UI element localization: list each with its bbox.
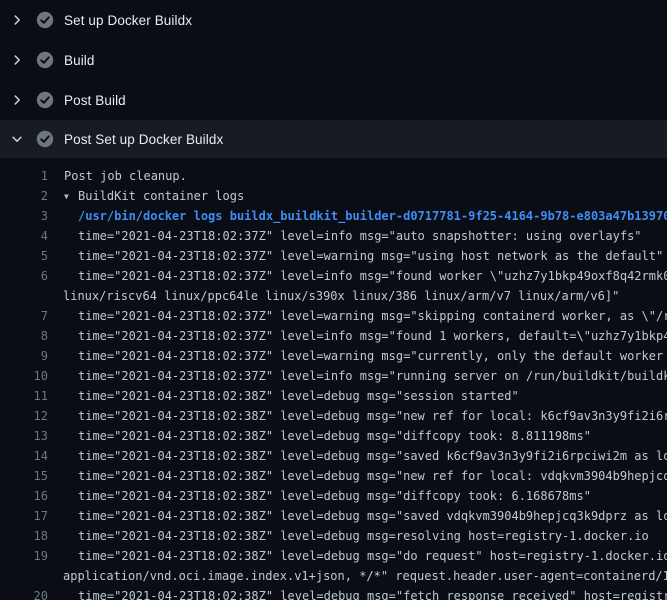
check-circle-icon — [36, 130, 54, 148]
log-line: 1 Post job cleanup. — [0, 166, 667, 186]
log-line: 16 time="2021-04-23T18:02:38Z" level=deb… — [0, 486, 667, 506]
log-line-text: time="2021-04-23T18:02:37Z" level=info m… — [48, 226, 642, 246]
log-line-number[interactable]: 15 — [0, 466, 48, 486]
log-line: 3 /usr/bin/docker logs buildx_buildkit_b… — [0, 206, 667, 226]
log-line-text: time="2021-04-23T18:02:38Z" level=debug … — [48, 466, 667, 486]
log-line-text: application/vnd.oci.image.index.v1+json,… — [48, 566, 667, 586]
log-line-text: time="2021-04-23T18:02:38Z" level=debug … — [48, 506, 667, 526]
step-header-set-up-docker-buildx[interactable]: Set up Docker Buildx — [0, 0, 667, 40]
step-label: Build — [64, 53, 95, 68]
log-line-text: ▼BuildKit container logs — [48, 186, 244, 206]
log-line-number[interactable]: 5 — [0, 246, 48, 266]
log-line-text: Post job cleanup. — [48, 166, 187, 186]
log-line: 2 ▼BuildKit container logs — [0, 186, 667, 206]
log-line: 13 time="2021-04-23T18:02:38Z" level=deb… — [0, 426, 667, 446]
group-expanded-icon[interactable]: ▼ — [64, 187, 78, 207]
workflow-log-viewer: Set up Docker Buildx Build — [0, 0, 667, 600]
log-line-text: time="2021-04-23T18:02:37Z" level=warnin… — [48, 346, 667, 366]
log-line: 11 time="2021-04-23T18:02:38Z" level=deb… — [0, 386, 667, 406]
log-line-number[interactable]: 18 — [0, 526, 48, 546]
log-line: 15 time="2021-04-23T18:02:38Z" level=deb… — [0, 466, 667, 486]
log-line: 12 time="2021-04-23T18:02:38Z" level=deb… — [0, 406, 667, 426]
log-line-text: time="2021-04-23T18:02:38Z" level=debug … — [48, 546, 667, 566]
log-line: 19 time="2021-04-23T18:02:38Z" level=deb… — [0, 546, 667, 566]
log-line-number[interactable]: 13 — [0, 426, 48, 446]
log-line-text: time="2021-04-23T18:02:37Z" level=info m… — [48, 366, 667, 386]
log-line: 9 time="2021-04-23T18:02:37Z" level=warn… — [0, 346, 667, 366]
log-line: 18 time="2021-04-23T18:02:38Z" level=deb… — [0, 526, 667, 546]
log-line: 7 time="2021-04-23T18:02:37Z" level=warn… — [0, 306, 667, 326]
log-line: 4 time="2021-04-23T18:02:37Z" level=info… — [0, 226, 667, 246]
log-line: 20 time="2021-04-23T18:02:38Z" level=deb… — [0, 586, 667, 600]
docker-logs-command: /usr/bin/docker logs buildx_buildkit_bui… — [48, 206, 667, 226]
log-line-text: time="2021-04-23T18:02:37Z" level=warnin… — [48, 246, 663, 266]
check-circle-icon — [36, 51, 54, 69]
log-line-number[interactable]: 16 — [0, 486, 48, 506]
check-circle-icon — [36, 11, 54, 29]
log-line-number[interactable]: 14 — [0, 446, 48, 466]
log-line-number[interactable] — [0, 566, 48, 586]
log-line: 8 time="2021-04-23T18:02:37Z" level=info… — [0, 326, 667, 346]
chevron-down-icon[interactable] — [10, 131, 32, 147]
log-line-text: time="2021-04-23T18:02:37Z" level=warnin… — [48, 306, 667, 326]
log-line: 14 time="2021-04-23T18:02:38Z" level=deb… — [0, 446, 667, 466]
log-line-text: time="2021-04-23T18:02:38Z" level=debug … — [48, 386, 519, 406]
log-line-number[interactable]: 1 — [0, 166, 48, 186]
log-line-number[interactable] — [0, 286, 48, 306]
chevron-right-icon[interactable] — [10, 92, 32, 108]
log-line: 17 time="2021-04-23T18:02:38Z" level=deb… — [0, 506, 667, 526]
log-line-text: time="2021-04-23T18:02:37Z" level=info m… — [48, 326, 667, 346]
log-line-number[interactable]: 4 — [0, 226, 48, 246]
log-line: linux/riscv64 linux/ppc64le linux/s390x … — [0, 286, 667, 306]
log-line: 5 time="2021-04-23T18:02:37Z" level=warn… — [0, 246, 667, 266]
step-label: Set up Docker Buildx — [64, 13, 192, 28]
log-line-number[interactable]: 9 — [0, 346, 48, 366]
step-header-post-set-up-docker-buildx[interactable]: Post Set up Docker Buildx — [0, 120, 667, 158]
log-line-number[interactable]: 17 — [0, 506, 48, 526]
log-line-number[interactable]: 6 — [0, 266, 48, 286]
group-label[interactable]: BuildKit container logs — [78, 189, 244, 203]
steps-list: Set up Docker Buildx Build — [0, 0, 667, 158]
step-label: Post Set up Docker Buildx — [64, 132, 223, 147]
step-header-build[interactable]: Build — [0, 40, 667, 80]
log-line: 6 time="2021-04-23T18:02:37Z" level=info… — [0, 266, 667, 286]
check-circle-icon — [36, 91, 54, 109]
chevron-right-icon[interactable] — [10, 52, 32, 68]
log-line-number[interactable]: 12 — [0, 406, 48, 426]
log-line-text: linux/riscv64 linux/ppc64le linux/s390x … — [48, 286, 619, 306]
log-output: 1 Post job cleanup. 2 ▼BuildKit containe… — [0, 158, 667, 600]
log-line-number[interactable]: 10 — [0, 366, 48, 386]
log-line-number[interactable]: 2 — [0, 186, 48, 206]
log-line-text: time="2021-04-23T18:02:38Z" level=debug … — [48, 446, 667, 466]
log-line-number[interactable]: 19 — [0, 546, 48, 566]
chevron-right-icon[interactable] — [10, 12, 32, 28]
log-line-text: time="2021-04-23T18:02:37Z" level=info m… — [48, 266, 667, 286]
log-line-number[interactable]: 8 — [0, 326, 48, 346]
step-header-post-build[interactable]: Post Build — [0, 80, 667, 120]
log-line: application/vnd.oci.image.index.v1+json,… — [0, 566, 667, 586]
log-line-text: time="2021-04-23T18:02:38Z" level=debug … — [48, 586, 667, 600]
log-line-number[interactable]: 7 — [0, 306, 48, 326]
log-line: 10 time="2021-04-23T18:02:37Z" level=inf… — [0, 366, 667, 386]
log-line-text: time="2021-04-23T18:02:38Z" level=debug … — [48, 486, 591, 506]
log-line-number[interactable]: 3 — [0, 206, 48, 226]
log-line-text: time="2021-04-23T18:02:38Z" level=debug … — [48, 426, 591, 446]
log-line-number[interactable]: 11 — [0, 386, 48, 406]
log-line-number[interactable]: 20 — [0, 586, 48, 600]
log-line-text: time="2021-04-23T18:02:38Z" level=debug … — [48, 406, 667, 426]
step-label: Post Build — [64, 93, 126, 108]
log-line-text: time="2021-04-23T18:02:38Z" level=debug … — [48, 526, 649, 546]
